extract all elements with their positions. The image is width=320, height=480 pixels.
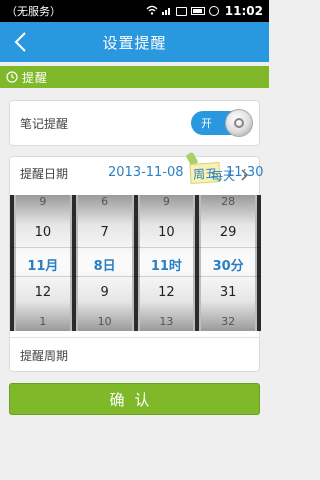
month-wheel[interactable]: 9 10 11月 12 1 [14,195,72,331]
section-header: 提醒 [0,66,269,88]
power-icon [234,118,244,128]
wheel-item: 29 [219,225,237,240]
wheel-item: 1 [39,315,47,328]
clock-icon [6,71,18,83]
signal-icon [161,5,172,18]
reminder-cycle-value: 每天 [210,169,235,183]
wheel-item: 13 [159,315,174,328]
wheel-selected-item: 30分 [212,259,244,274]
status-icons: 11:02 [146,4,263,18]
wheel-selected-item: 8日 [93,259,116,274]
wheel-item: 7 [100,225,109,240]
chevron-left-icon [14,32,26,52]
wheel-item: 12 [158,285,175,300]
clock-text: 11:02 [224,4,263,18]
toggle-knob[interactable] [225,109,253,137]
chevron-right-icon [241,169,249,181]
section-title: 提醒 [22,70,49,85]
note-reminder-label: 笔记提醒 [20,116,69,131]
toggle-state-text: 开 [201,117,212,130]
confirm-label: 确认 [109,390,160,409]
wifi-icon [146,5,158,18]
status-bar: （无服务） 11:02 [0,0,269,22]
alarm-icon [208,6,219,16]
wheel-item: 10 [158,225,175,240]
wheel-item: 6 [101,195,109,208]
battery-icon [190,7,205,15]
reminder-cycle-label: 提醒周期 [20,349,69,363]
confirm-button[interactable]: 确认 [9,383,260,415]
wheel-selected-item: 11时 [150,259,182,274]
wheel-item: 9 [162,195,170,208]
note-reminder-row: 笔记提醒 开 [9,100,260,146]
note-reminder-toggle[interactable]: 开 [191,109,253,137]
title-bar: 设置提醒 [0,22,269,62]
hour-wheel[interactable]: 9 10 11时 12 13 [137,195,196,331]
reminder-date-label: 提醒日期 [20,166,69,181]
wheel-item: 12 [34,285,52,300]
page-title: 设置提醒 [102,33,167,52]
wheel-item: 32 [221,315,236,328]
wheel-item: 9 [100,285,109,300]
wheel-item: 10 [97,315,112,328]
wheel-item: 28 [221,195,236,208]
day-wheel[interactable]: 6 7 8日 9 10 [75,195,134,331]
reminder-date-value: 2013-11-08 [108,165,184,180]
carrier-text: （无服务） [6,5,61,18]
sim-icon [175,6,187,16]
wheel-item: 31 [219,285,237,300]
wheel-selected-item: 11月 [27,259,59,274]
back-button[interactable] [8,30,32,54]
reminder-cycle-row[interactable]: 提醒周期 [10,337,259,373]
reminder-date-card: 提醒日期 2013-11-08 周五 11:30 9 10 11月 12 1 6… [9,151,263,373]
wheel-item: 9 [39,195,47,208]
minute-wheel[interactable]: 28 29 30分 31 32 [199,195,257,331]
wheel-item: 10 [34,225,52,240]
date-time-picker: 9 10 11月 12 1 6 7 8日 9 10 9 10 11时 12 13… [10,195,261,331]
